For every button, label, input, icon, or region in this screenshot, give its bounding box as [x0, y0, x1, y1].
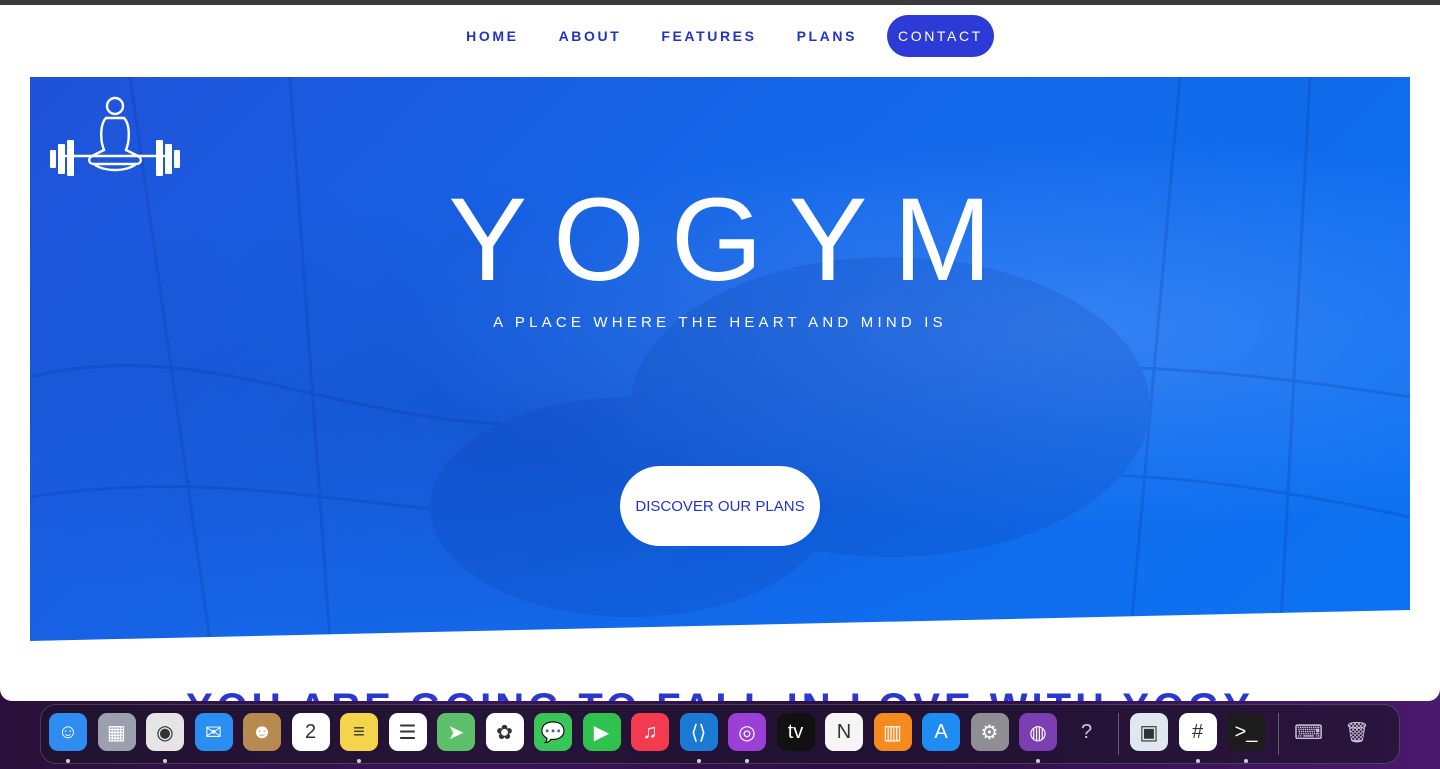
nav-about[interactable]: ABOUT [539, 15, 642, 57]
github-desktop-icon[interactable]: ◍ [1019, 713, 1057, 751]
hero-subtitle: A PLACE WHERE THE HEART AND MIND IS [493, 314, 947, 331]
dock-running-indicator [1244, 759, 1248, 763]
dock-running-indicator [163, 759, 167, 763]
dock-running-indicator [357, 759, 361, 763]
terminal-icon[interactable]: >_ [1227, 713, 1265, 751]
hero-background-texture [30, 77, 1410, 641]
hero-banner [30, 77, 1410, 641]
slack-icon[interactable]: # [1178, 713, 1217, 751]
contacts-icon[interactable]: ☻ [243, 713, 281, 751]
nav-contact[interactable]: CONTACT [887, 15, 994, 57]
trash-icon[interactable]: 🗑 [1338, 713, 1376, 751]
app-store-icon[interactable]: A [922, 713, 960, 751]
browser-window: HOME ABOUT FEATURES PLANS CONTACT YOGYM … [0, 0, 1440, 701]
dock-running-indicator [1036, 759, 1040, 763]
calendar-icon[interactable]: 2 [291, 713, 330, 751]
preview-icon[interactable]: ▣ [1130, 713, 1168, 751]
news-icon[interactable]: N [825, 713, 863, 751]
system-preferences-icon[interactable]: ⚙ [970, 713, 1009, 751]
nav-home[interactable]: HOME [446, 15, 538, 57]
macos-dock: ☺ ▦ ◉ ✉ ☻ 2 ≡ ☰ ➤ ✿ 💬 ▶ ♫ ⟨⟩ ◎ tv N ▥ A ⚙ ◍? ▣ # >_ ⌨ 🗑 [40, 704, 1400, 764]
window-top-bar [0, 0, 1440, 5]
maps-icon[interactable]: ➤ [437, 713, 475, 751]
dock-running-indicator [696, 759, 701, 763]
keyboard-viewer-icon[interactable]: ⌨ [1290, 713, 1328, 751]
nav-plans[interactable]: PLANS [777, 15, 877, 57]
books-icon[interactable]: ▥ [873, 713, 912, 751]
facetime-icon[interactable]: ▶ [582, 713, 621, 751]
vscode-icon[interactable]: ⟨⟩ [679, 713, 718, 751]
dock-running-indicator [66, 759, 70, 763]
photos-icon[interactable]: ✿ [485, 713, 524, 751]
finder-icon[interactable]: ☺ [49, 713, 87, 751]
discover-plans-button[interactable]: DISCOVER OUR PLANS [620, 466, 820, 546]
reminders-icon[interactable]: ☰ [388, 713, 427, 751]
chrome-icon[interactable]: ◉ [146, 713, 184, 751]
mail-icon[interactable]: ✉ [194, 713, 233, 751]
notes-icon[interactable]: ≡ [340, 713, 378, 751]
messages-icon[interactable]: 💬 [534, 713, 572, 751]
music-icon[interactable]: ♫ [631, 713, 669, 751]
dock-separator [1118, 713, 1119, 755]
apple-tv-icon[interactable]: tv [776, 713, 815, 751]
dock-running-indicator [1195, 759, 1200, 763]
dock-separator [1277, 713, 1279, 755]
yogym-logo [50, 96, 180, 176]
nav-features[interactable]: FEATURES [641, 15, 776, 57]
launchpad-icon[interactable]: ▦ [97, 713, 136, 751]
podcasts-icon[interactable]: ◎ [728, 713, 766, 751]
main-nav: HOME ABOUT FEATURES PLANS CONTACT [0, 15, 1440, 57]
help-icon[interactable]: ? [1068, 713, 1106, 751]
hero-title: YOGYM [448, 174, 1018, 306]
section-heading: YOU ARE GOING TO FALL IN LOVE WITH YOGYM [186, 688, 1256, 701]
dock-running-indicator [745, 759, 749, 763]
